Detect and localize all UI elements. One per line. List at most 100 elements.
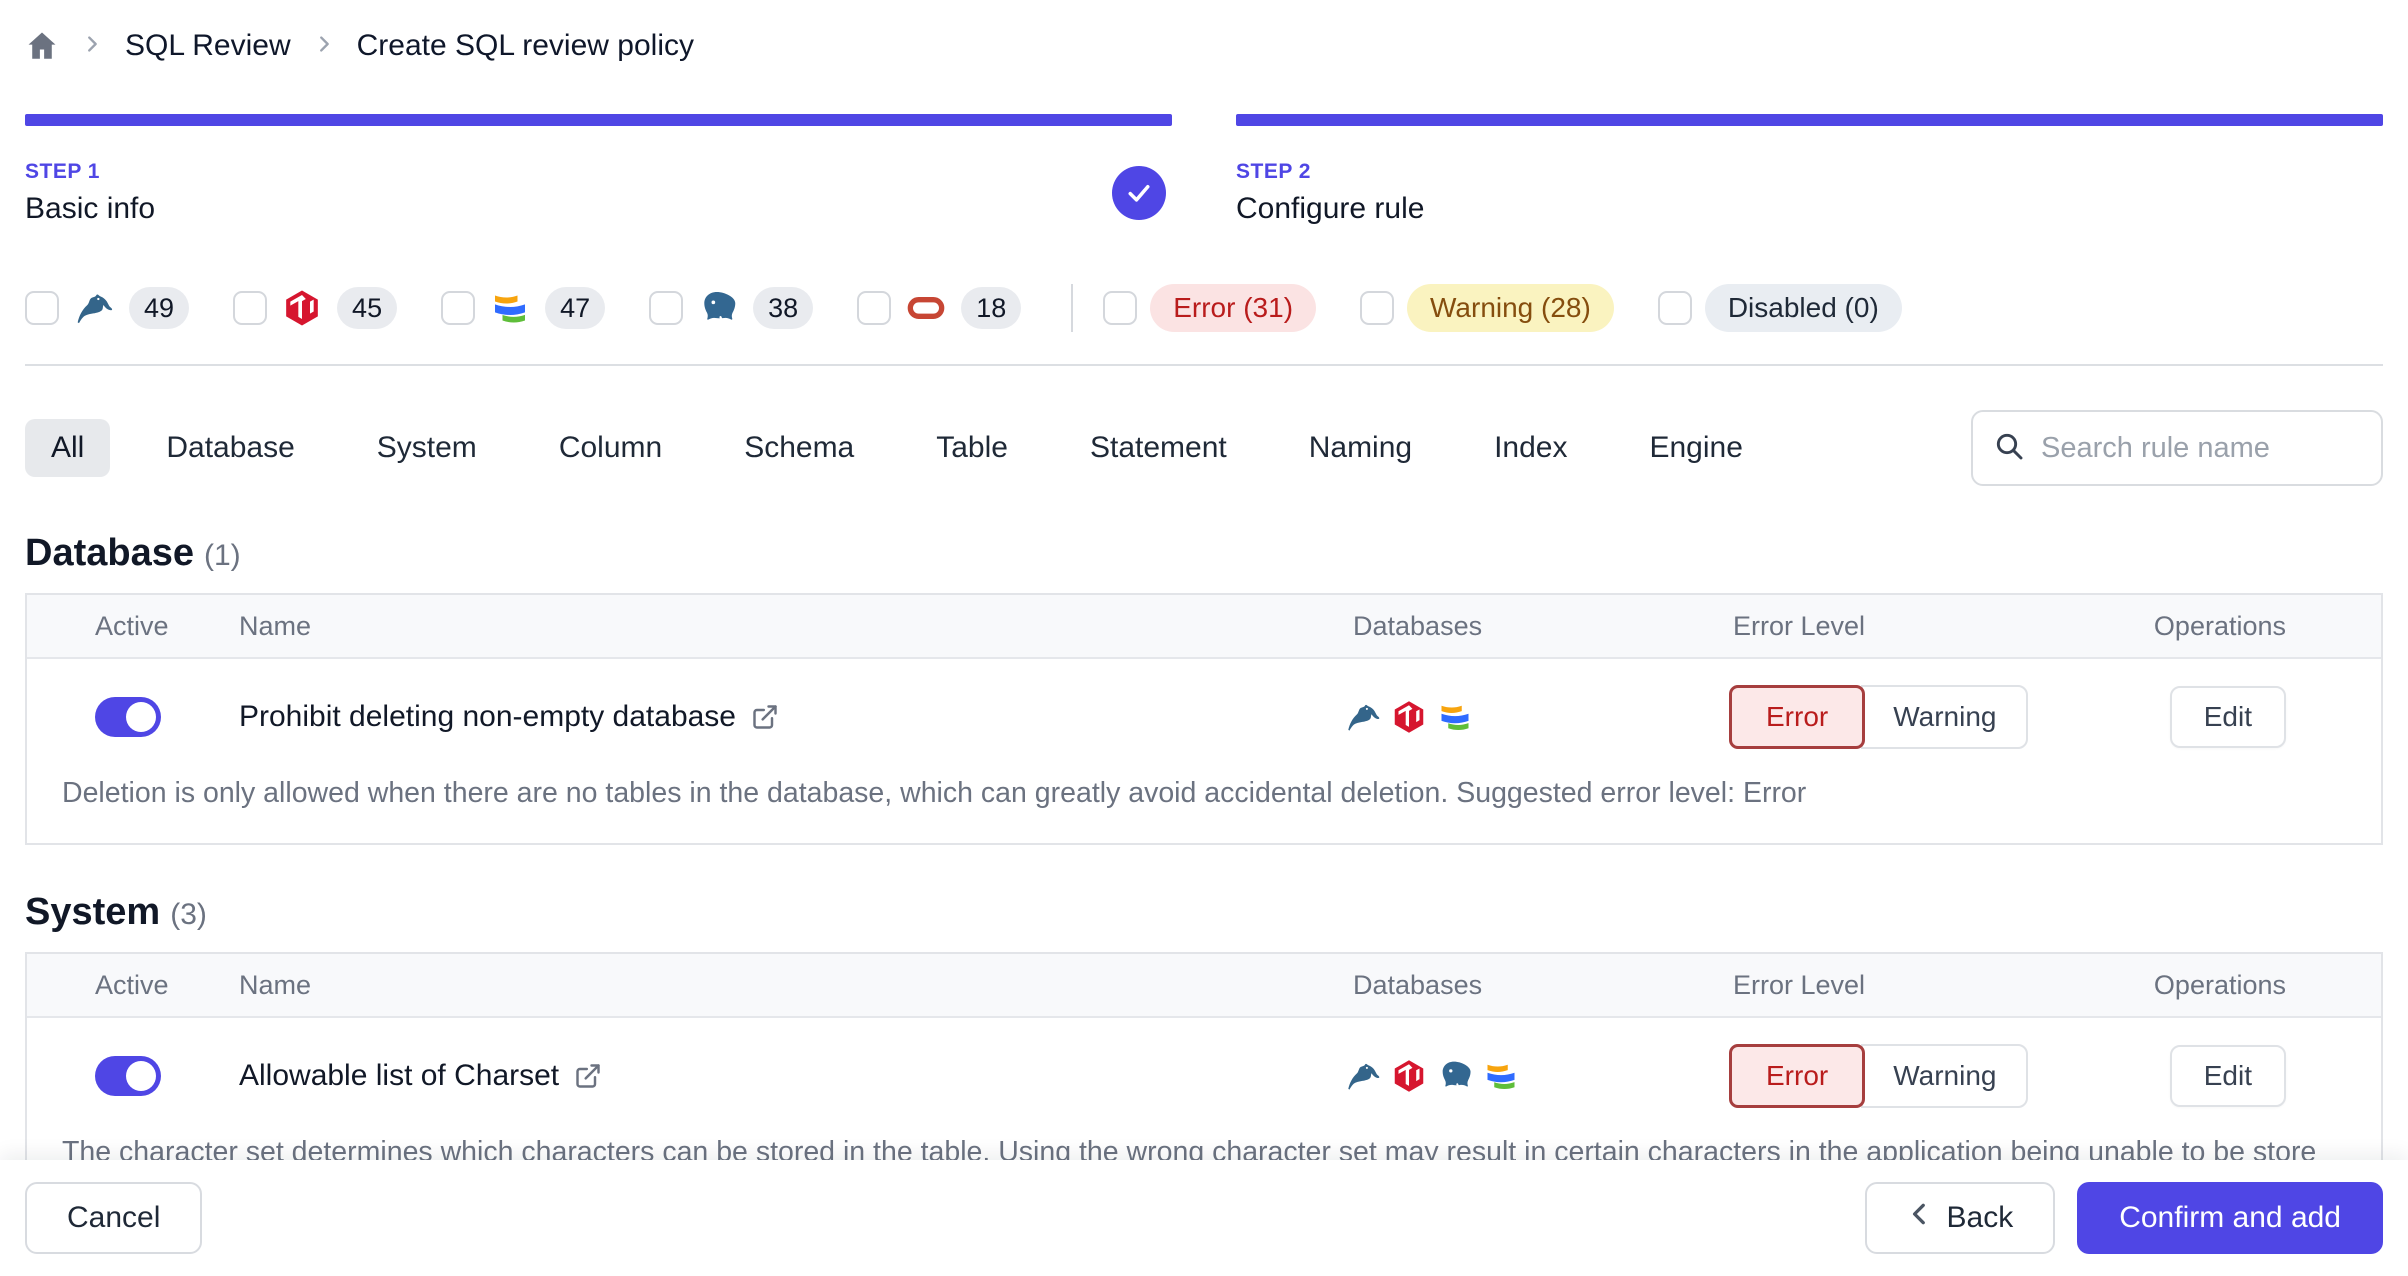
level-filter-chip-disabled[interactable]: Disabled (0): [1704, 284, 1902, 332]
column-header-active: Active: [95, 610, 169, 641]
step-1-progress-bar: [25, 114, 1172, 126]
divider: [25, 364, 2383, 366]
section-count: (1): [203, 539, 241, 572]
rule-engines-cell: [1329, 699, 1709, 735]
cancel-button[interactable]: Cancel: [25, 1182, 203, 1254]
breadcrumb-sql-review[interactable]: SQL Review: [125, 29, 291, 63]
oceanbase-icon: [488, 288, 532, 328]
section-title-system: System (3): [25, 891, 207, 934]
tab-index[interactable]: Index: [1468, 419, 1593, 477]
engine-filter-group: 38: [649, 287, 814, 329]
tab-engine[interactable]: Engine: [1623, 419, 1768, 477]
level-filter-group: Warning (28): [1360, 284, 1614, 332]
tab-all[interactable]: All: [25, 419, 111, 477]
tidb-icon: [1391, 699, 1427, 735]
tab-system[interactable]: System: [351, 419, 503, 477]
step-1-label: STEP 1: [25, 160, 100, 183]
mysql-icon: [72, 288, 116, 328]
error-level-warning-button[interactable]: Warning: [1861, 685, 2029, 749]
engine-filter-checkbox[interactable]: [25, 291, 59, 325]
step-1-title: Basic info: [25, 192, 156, 225]
step-2-label: STEP 2: [1236, 160, 1311, 183]
footer-bar: Cancel Back Confirm and add: [0, 1160, 2408, 1276]
breadcrumb: SQL Review Create SQL review policy: [25, 20, 2383, 72]
level-filter-chip-error[interactable]: Error (31): [1150, 284, 1317, 332]
chevron-left-icon: [1907, 1201, 1933, 1235]
column-header-operations: Operations: [2153, 610, 2286, 641]
tab-schema[interactable]: Schema: [718, 419, 880, 477]
back-button[interactable]: Back: [1864, 1182, 2056, 1254]
home-icon[interactable]: [25, 29, 59, 63]
engine-filter-group: 47: [441, 287, 606, 329]
oceanbase-icon: [1437, 699, 1473, 735]
tab-database[interactable]: Database: [140, 419, 320, 477]
external-link-icon[interactable]: [751, 703, 779, 731]
rule-engines-cell: [1329, 1058, 1709, 1094]
postgres-icon: [1437, 1058, 1473, 1094]
operations-cell: Edit: [2129, 686, 2381, 748]
step-2-progress-bar: [1236, 114, 2383, 126]
rule-filters: 49 45 47 38 18 Error (31) Warning (28) Disabled…: [25, 282, 2383, 334]
active-toggle-cell: [27, 1056, 239, 1097]
error-level-warning-button[interactable]: Warning: [1861, 1044, 2029, 1109]
search-box[interactable]: [1971, 410, 2383, 486]
toggle-knob: [126, 1061, 156, 1092]
column-header-error-level: Error Level: [1733, 969, 1866, 1000]
active-toggle-cell: [27, 697, 239, 737]
engine-filter-checkbox[interactable]: [649, 291, 684, 325]
engine-rule-count-badge: 18: [961, 287, 1022, 329]
external-link-icon[interactable]: [574, 1062, 602, 1090]
step-indicator: STEP 1 Basic info STEP 2 Configure rule: [25, 114, 2383, 226]
column-header-name: Name: [239, 969, 312, 1000]
level-filter-checkbox[interactable]: [1360, 291, 1395, 325]
tab-naming[interactable]: Naming: [1283, 419, 1438, 477]
column-header-databases: Databases: [1353, 969, 1483, 1000]
back-button-label: Back: [1946, 1201, 2014, 1234]
column-header-databases: Databases: [1353, 610, 1483, 641]
engine-filter-group: 18: [857, 287, 1022, 329]
oracle-icon: [904, 288, 948, 328]
level-filter-group: Disabled (0): [1657, 284, 1902, 332]
step-1: STEP 1 Basic info: [25, 114, 1172, 226]
engine-filter-checkbox[interactable]: [233, 291, 268, 325]
step-1-completed-check-icon: [1112, 166, 1166, 220]
error-level-error-button[interactable]: Error: [1729, 685, 1866, 749]
rule-name-link[interactable]: Allowable list of Charset: [239, 1059, 559, 1093]
engine-rule-count-badge: 38: [753, 287, 814, 329]
confirm-and-add-button[interactable]: Confirm and add: [2077, 1182, 2383, 1254]
edit-button[interactable]: Edit: [2169, 1045, 2286, 1108]
error-level-error-button[interactable]: Error: [1729, 1044, 1866, 1109]
column-header-operations: Operations: [2153, 969, 2286, 1000]
level-filter-checkbox[interactable]: [1657, 291, 1692, 325]
section-title-database: Database (1): [25, 532, 241, 574]
search-input[interactable]: [2041, 431, 2361, 465]
tab-statement[interactable]: Statement: [1064, 419, 1253, 477]
level-filter-chip-warning[interactable]: Warning (28): [1407, 284, 1614, 332]
engine-filter-checkbox[interactable]: [857, 291, 892, 325]
rule-name-link[interactable]: Prohibit deleting non-empty database: [239, 700, 736, 734]
breadcrumb-chevron-icon: [313, 33, 335, 60]
engine-rule-count-badge: 47: [545, 287, 606, 329]
rule-name-cell: Prohibit deleting non-empty database: [239, 700, 1329, 734]
breadcrumb-chevron-icon: [81, 33, 103, 60]
tab-column[interactable]: Column: [533, 419, 688, 477]
level-filter-group: Error (31): [1103, 284, 1317, 332]
step-2-title: Configure rule: [1236, 192, 1425, 225]
engine-filter-group: 45: [233, 287, 398, 329]
column-header-name: Name: [239, 610, 312, 641]
mysql-icon: [1345, 1058, 1381, 1094]
toggle-knob: [126, 702, 156, 732]
engine-filter-checkbox[interactable]: [441, 291, 476, 325]
tab-table[interactable]: Table: [910, 419, 1034, 477]
engine-rule-count-badge: 49: [129, 287, 190, 329]
column-header-active: Active: [95, 969, 169, 1000]
table-header-row: Active Name Databases Error Level Operations: [27, 954, 2381, 1019]
mysql-icon: [1345, 699, 1381, 735]
rule-active-toggle[interactable]: [95, 1056, 161, 1097]
edit-button[interactable]: Edit: [2169, 686, 2286, 748]
level-filter-checkbox[interactable]: [1103, 291, 1138, 325]
rule-active-toggle[interactable]: [95, 697, 161, 737]
section-count: (3): [170, 898, 207, 932]
engine-rule-count-badge: 45: [337, 287, 398, 329]
column-header-error-level: Error Level: [1733, 610, 1866, 641]
